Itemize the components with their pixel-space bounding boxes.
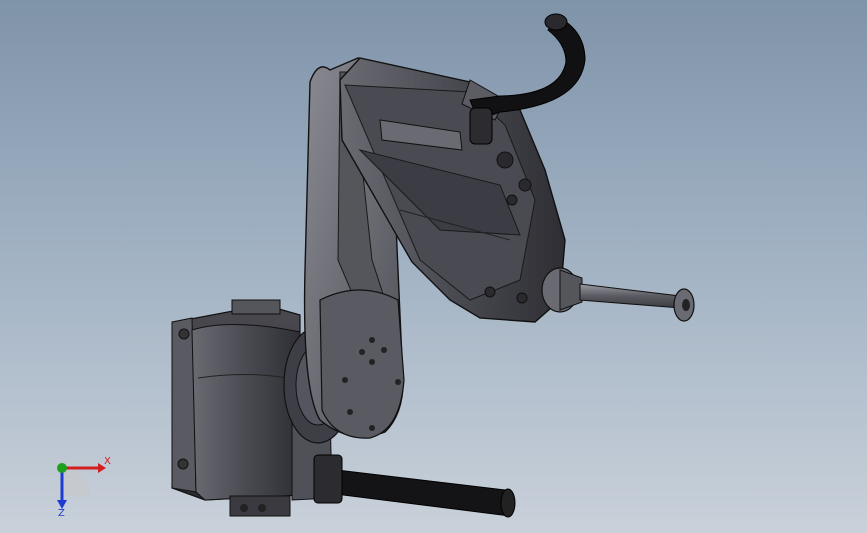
x-axis-label: X <box>104 456 111 467</box>
cad-graphics-viewport[interactable]: X Z <box>0 0 867 533</box>
lower-cable-hose[interactable] <box>313 454 516 518</box>
z-axis-label: Z <box>58 508 65 519</box>
wrist-tool-shaft[interactable] <box>541 267 695 322</box>
triad-plane <box>62 468 90 496</box>
upper-cable-hose[interactable] <box>469 13 586 145</box>
y-axis-dot <box>57 463 67 473</box>
robot-arm-model[interactable] <box>0 0 867 533</box>
axis-triad: X Z <box>40 452 120 522</box>
